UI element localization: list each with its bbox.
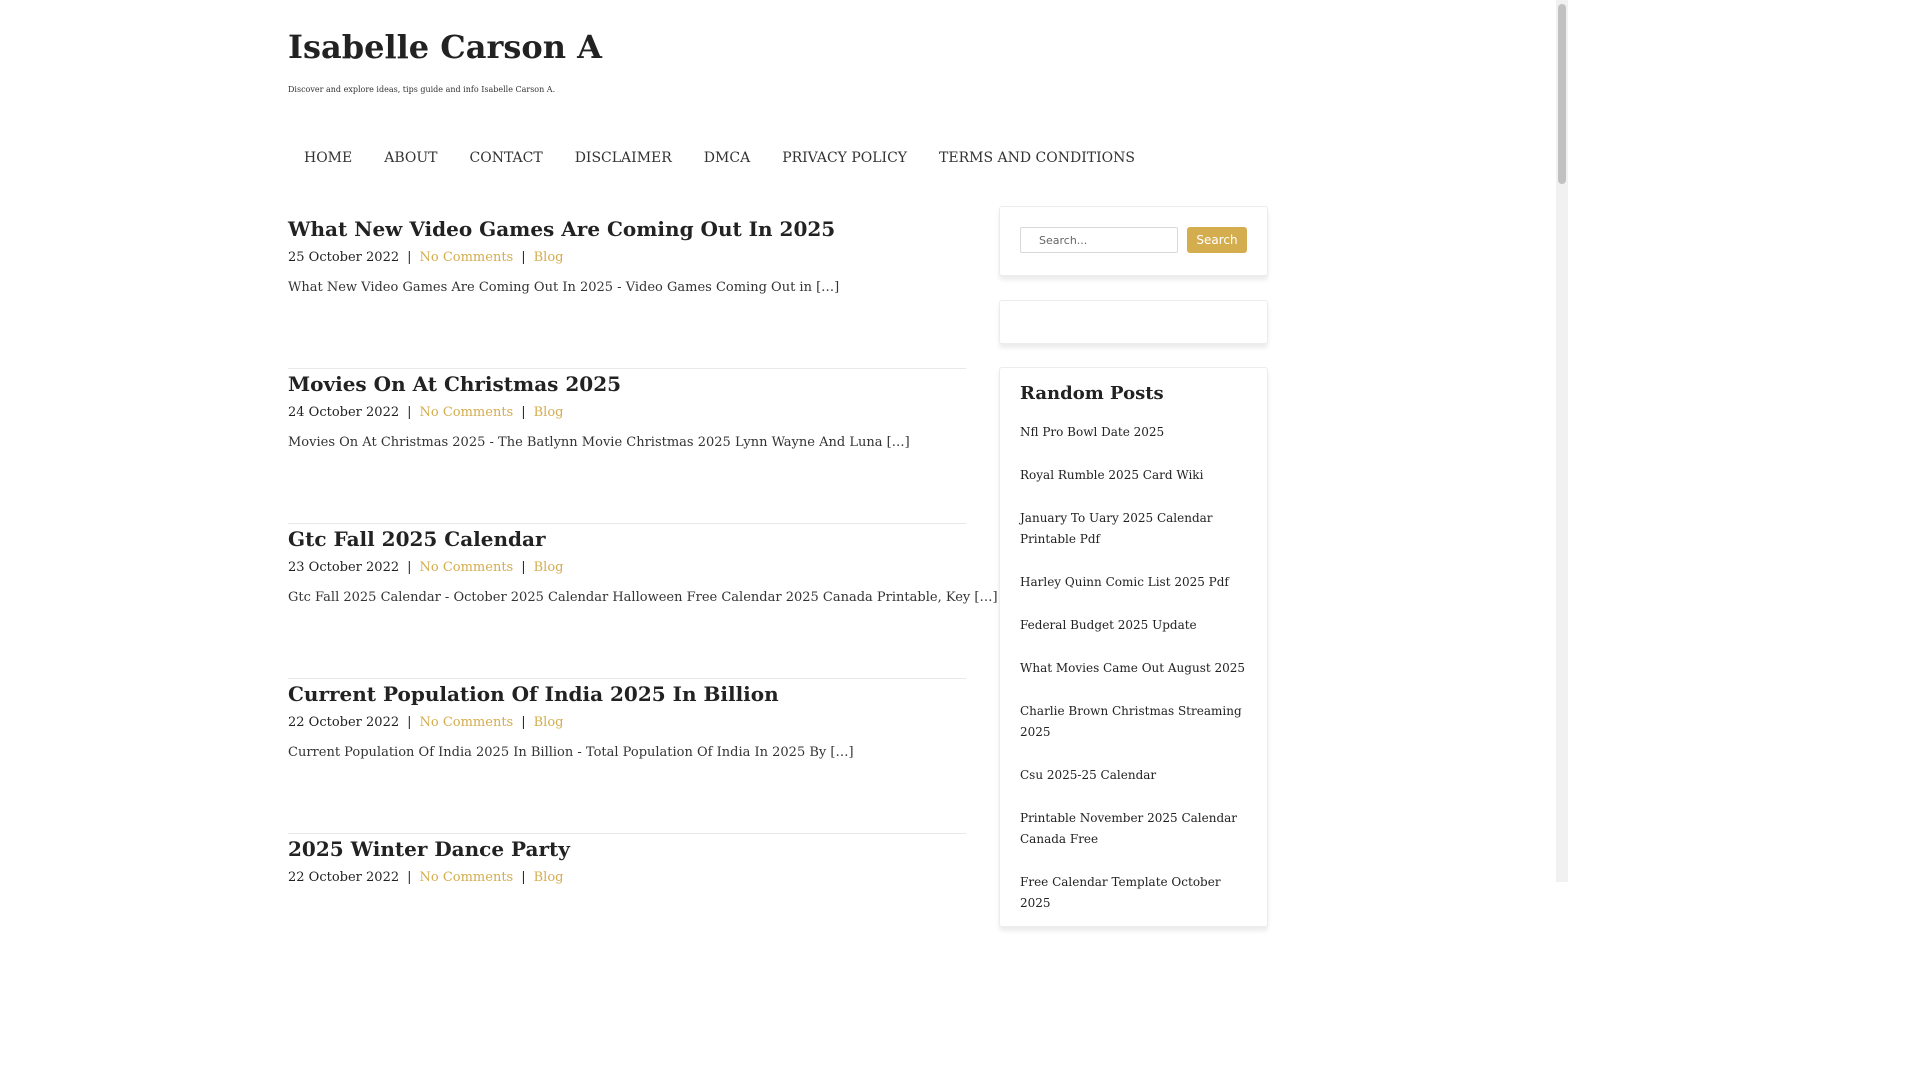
post-excerpt: What New Video Games Are Coming Out In 2… — [288, 280, 840, 295]
meta-separator: | — [521, 870, 526, 885]
meta-separator: | — [407, 560, 412, 575]
post-category-link[interactable]: Blog — [534, 870, 564, 885]
post-category-link[interactable]: Blog — [534, 560, 564, 575]
post-date: 22 October 2022 — [288, 715, 400, 730]
post-excerpt: Movies On At Christmas 2025 - The Batlyn… — [288, 435, 910, 450]
meta-separator: | — [521, 715, 526, 730]
random-posts-list: Nfl Pro Bowl Date 2025 Royal Rumble 2025… — [1020, 422, 1247, 914]
random-posts-title: Random Posts — [1020, 383, 1164, 404]
post-excerpt: Current Population Of India 2025 In Bill… — [288, 745, 854, 760]
post-comments-link[interactable]: No Comments — [420, 250, 514, 265]
random-post-link[interactable]: Royal Rumble 2025 Card Wiki — [1020, 465, 1247, 486]
nav-item-home[interactable]: HOME — [288, 150, 368, 172]
nav-item-terms[interactable]: TERMS AND CONDITIONS — [923, 150, 1151, 172]
meta-separator: | — [521, 560, 526, 575]
post-meta: 23 October 2022 | No Comments | Blog — [288, 556, 966, 580]
meta-separator: | — [407, 405, 412, 420]
nav-item-about[interactable]: ABOUT — [368, 150, 453, 172]
sidebar: Search Random Posts Nfl Pro Bowl Date 20… — [999, 206, 1268, 927]
main-nav: HOME ABOUT CONTACT DISCLAIMER DMCA PRIVA… — [288, 150, 1151, 172]
meta-separator: | — [407, 715, 412, 730]
post-category-link[interactable]: Blog — [534, 405, 564, 420]
post-meta: 22 October 2022 | No Comments | Blog — [288, 711, 966, 735]
post-title[interactable]: Movies On At Christmas 2025 — [288, 369, 966, 399]
post-item: Movies On At Christmas 2025 24 October 2… — [288, 369, 966, 524]
random-post-link[interactable]: Csu 2025-25 Calendar — [1020, 765, 1247, 786]
post-item: 2025 Winter Dance Party 22 October 2022 |… — [288, 834, 966, 989]
meta-separator: | — [407, 250, 412, 265]
post-title[interactable]: Current Population Of India 2025 In Bill… — [288, 679, 966, 709]
random-post-link[interactable]: Free Calendar Template October 2025 — [1020, 872, 1247, 914]
post-meta: 22 October 2022 | No Comments | Blog — [288, 866, 966, 890]
meta-separator: | — [407, 870, 412, 885]
post-title[interactable]: What New Video Games Are Coming Out In 2… — [288, 214, 966, 244]
random-post-link[interactable]: Federal Budget 2025 Update — [1020, 615, 1247, 636]
post-title[interactable]: Gtc Fall 2025 Calendar — [288, 524, 966, 554]
nav-item-disclaimer[interactable]: DISCLAIMER — [559, 150, 688, 172]
post-comments-link[interactable]: No Comments — [420, 560, 514, 575]
random-post-link[interactable]: Harley Quinn Comic List 2025 Pdf — [1020, 572, 1247, 593]
random-post-link[interactable]: Printable November 2025 Calendar Canada … — [1020, 808, 1247, 850]
post-comments-link[interactable]: No Comments — [420, 870, 514, 885]
search-input[interactable] — [1020, 227, 1178, 253]
scrollbar-thumb[interactable] — [1558, 4, 1566, 184]
nav-item-contact[interactable]: CONTACT — [454, 150, 559, 172]
post-date: 24 October 2022 — [288, 405, 400, 420]
post-date: 22 October 2022 — [288, 870, 400, 885]
page-scrollbar[interactable] — [1556, 0, 1568, 882]
post-meta: 25 October 2022 | No Comments | Blog — [288, 246, 966, 270]
search-widget: Search — [999, 206, 1268, 276]
post-date: 23 October 2022 — [288, 560, 400, 575]
post-title[interactable]: 2025 Winter Dance Party — [288, 834, 966, 864]
post-date: 25 October 2022 — [288, 250, 400, 265]
post-item: Current Population Of India 2025 In Bill… — [288, 679, 966, 834]
post-category-link[interactable]: Blog — [534, 250, 564, 265]
random-post-link[interactable]: What Movies Came Out August 2025 — [1020, 658, 1247, 679]
random-post-link[interactable]: Nfl Pro Bowl Date 2025 — [1020, 422, 1247, 443]
post-list: What New Video Games Are Coming Out In 2… — [288, 214, 998, 989]
search-button[interactable]: Search — [1187, 227, 1247, 253]
post-item: What New Video Games Are Coming Out In 2… — [288, 214, 966, 369]
post-meta: 24 October 2022 | No Comments | Blog — [288, 401, 966, 425]
post-excerpt: Gtc Fall 2025 Calendar - October 2025 Ca… — [288, 590, 998, 605]
random-post-link[interactable]: Charlie Brown Christmas Streaming 2025 — [1020, 701, 1247, 743]
random-posts-widget: Random Posts Nfl Pro Bowl Date 2025 Roya… — [999, 367, 1268, 927]
empty-widget — [999, 300, 1268, 344]
meta-separator: | — [521, 405, 526, 420]
meta-separator: | — [521, 250, 526, 265]
nav-item-privacy-policy[interactable]: PRIVACY POLICY — [766, 150, 923, 172]
random-post-link[interactable]: January To Uary 2025 Calendar Printable … — [1020, 508, 1247, 550]
post-comments-link[interactable]: No Comments — [420, 715, 514, 730]
post-comments-link[interactable]: No Comments — [420, 405, 514, 420]
site-description: Discover and explore ideas, tips guide a… — [288, 85, 556, 94]
post-item: Gtc Fall 2025 Calendar 23 October 2022 | N… — [288, 524, 998, 679]
nav-item-dmca[interactable]: DMCA — [688, 150, 766, 172]
post-category-link[interactable]: Blog — [534, 715, 564, 730]
site-title[interactable]: Isabelle Carson A — [288, 28, 602, 66]
